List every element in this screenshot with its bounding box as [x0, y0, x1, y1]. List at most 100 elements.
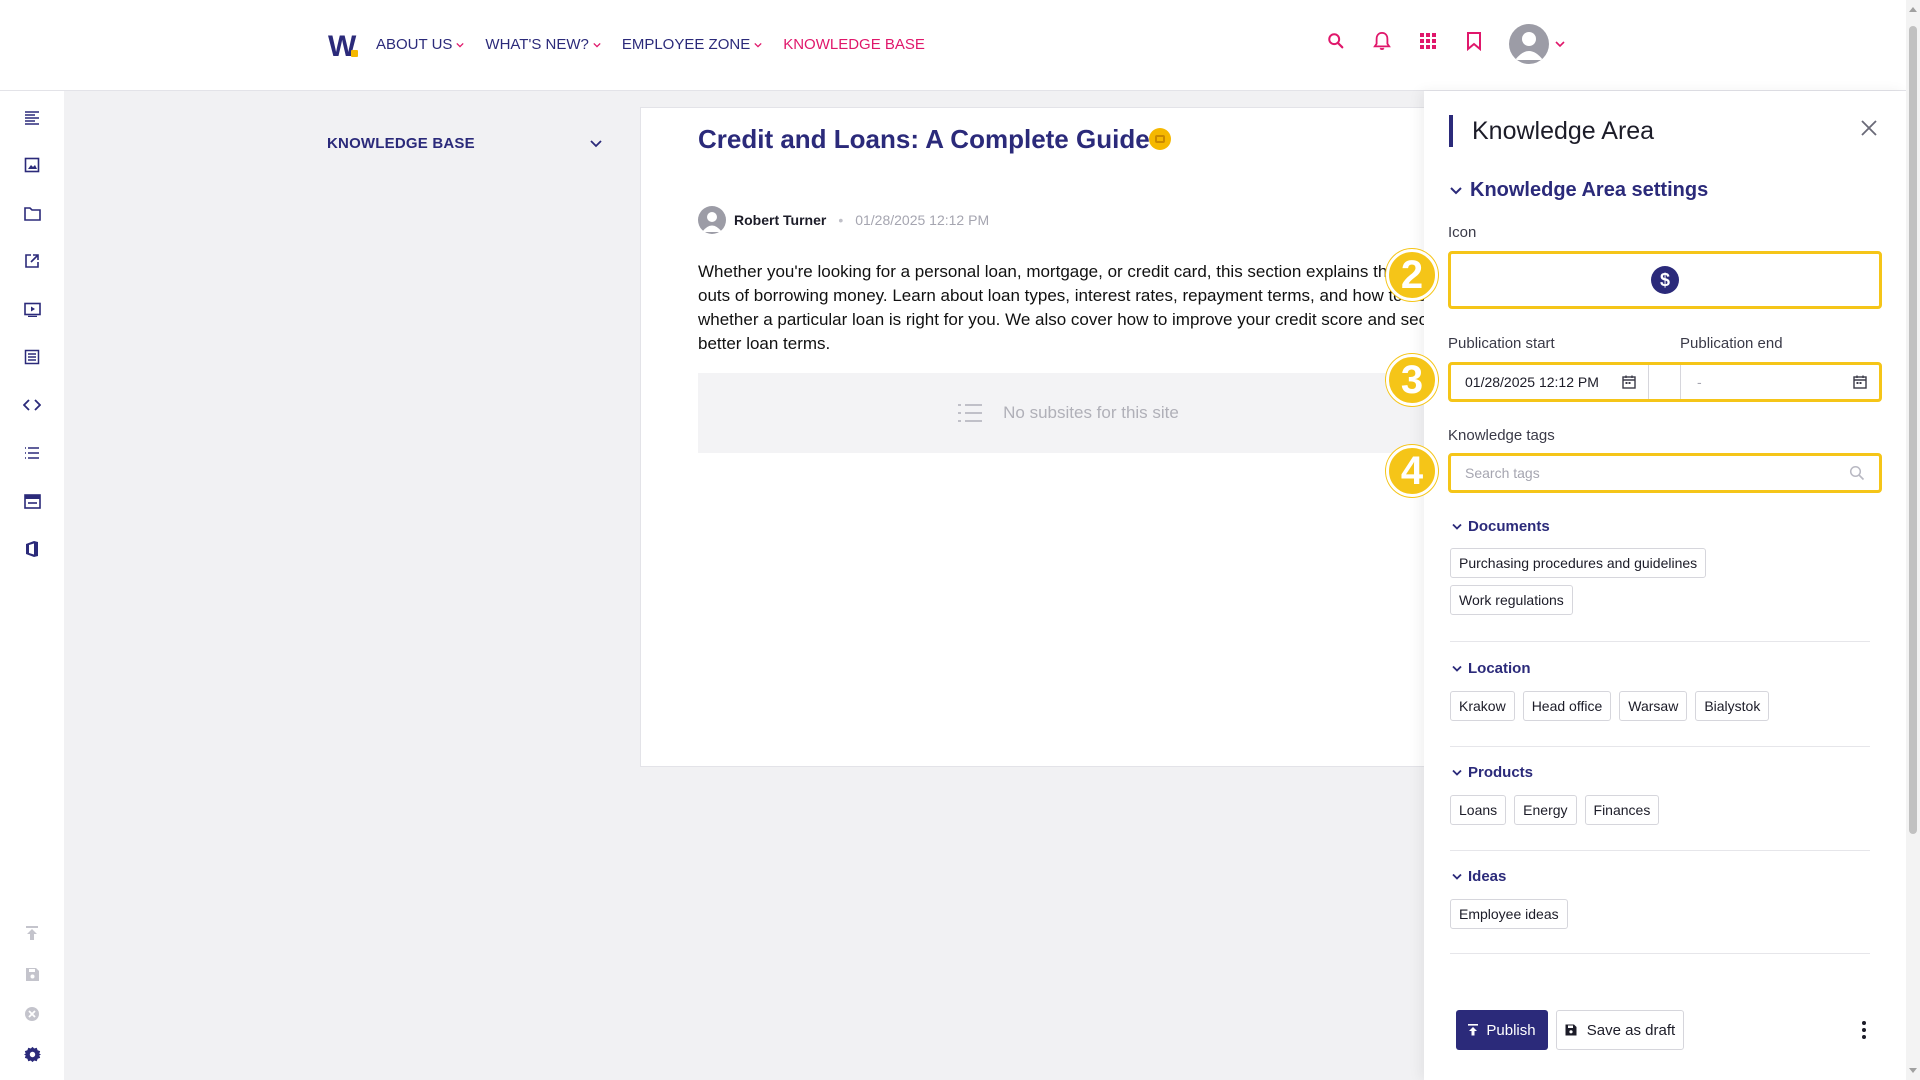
- folder-icon[interactable]: [21, 202, 43, 224]
- tag-chip[interactable]: Warsaw: [1619, 691, 1688, 721]
- group-divider: [1450, 641, 1870, 642]
- icon-picker[interactable]: $: [1448, 251, 1882, 309]
- knowledge-tags-label: Knowledge tags: [1448, 427, 1555, 444]
- list-icon[interactable]: [21, 442, 43, 464]
- tag-chip[interactable]: Krakow: [1450, 691, 1515, 721]
- tag-group-location[interactable]: Location: [1452, 660, 1531, 677]
- subsites-empty-text: No subsites for this site: [1003, 403, 1179, 422]
- tag-chip[interactable]: Finances: [1584, 795, 1660, 825]
- separator-dot: •: [838, 212, 844, 228]
- tag-chip[interactable]: Energy: [1514, 795, 1577, 825]
- calendar-icon[interactable]: [1622, 375, 1636, 389]
- chevron-down-icon: [1555, 41, 1565, 48]
- tag-group-name: Products: [1468, 764, 1534, 781]
- products-tags: Loans Energy Finances: [1450, 795, 1880, 825]
- layout-icon[interactable]: [21, 490, 43, 512]
- author-row: Robert Turner • 01/28/2025 12:12 PM: [698, 206, 989, 234]
- nav-item-label: ABOUT US: [376, 36, 453, 53]
- tag-chip[interactable]: Employee ideas: [1450, 899, 1568, 929]
- publication-date-range: 01/28/2025 12:12 PM -: [1448, 362, 1882, 402]
- upload-icon: [21, 922, 43, 944]
- step-badge-3: 3: [1386, 354, 1438, 406]
- step-badge-2: 2: [1386, 249, 1438, 301]
- calendar-icon[interactable]: [1853, 375, 1867, 389]
- page-scrollbar[interactable]: [1906, 0, 1920, 1080]
- nav-item-about-us[interactable]: ABOUT US: [376, 36, 465, 53]
- tag-search-input[interactable]: [1465, 465, 1825, 481]
- ideas-tags: Employee ideas: [1450, 899, 1880, 929]
- settings-icon[interactable]: [21, 1043, 43, 1065]
- settings-section-toggle[interactable]: Knowledge Area settings: [1450, 179, 1708, 202]
- code-icon[interactable]: [21, 394, 43, 416]
- article-description[interactable]: Whether you're looking for a personal lo…: [698, 260, 1429, 356]
- knowledge-area-panel: Knowledge Area Knowledge Area settings I…: [1386, 91, 1906, 1080]
- tag-group-products[interactable]: Products: [1452, 764, 1533, 781]
- scroll-down-icon[interactable]: [1909, 1066, 1917, 1074]
- icon-label: Icon: [1448, 224, 1477, 241]
- chevron-down-icon: [593, 42, 601, 48]
- nav-item-employee-zone[interactable]: EMPLOYEE ZONE: [622, 36, 762, 53]
- publication-end-input[interactable]: -: [1681, 365, 1879, 399]
- scrollbar-thumb[interactable]: [1909, 26, 1917, 834]
- editor-toolbar: [0, 91, 64, 1080]
- save-icon: [21, 963, 43, 985]
- upload-icon: [1468, 1024, 1479, 1036]
- kb-sidebar-title: KNOWLEDGE BASE: [327, 135, 475, 152]
- chevron-down-icon: [1452, 873, 1462, 880]
- location-tags: Krakow Head office Warsaw Bialystok: [1450, 691, 1880, 721]
- date-range-divider: [1649, 365, 1681, 399]
- tag-group-documents[interactable]: Documents: [1452, 518, 1550, 535]
- bookmark-icon[interactable]: [1463, 30, 1485, 52]
- subsites-empty-state: No subsites for this site: [698, 373, 1429, 453]
- chevron-down-icon: [590, 140, 602, 148]
- step-badge-4: 4: [1386, 445, 1438, 497]
- form-icon[interactable]: [21, 346, 43, 368]
- bell-icon[interactable]: [1371, 30, 1393, 52]
- documents-tags: Purchasing procedures and guidelines: [1450, 548, 1880, 578]
- more-options-icon[interactable]: [1854, 1019, 1874, 1041]
- chevron-down-icon: [456, 42, 465, 48]
- image-icon[interactable]: [21, 154, 43, 176]
- tag-chip[interactable]: Bialystok: [1695, 691, 1770, 721]
- office-icon[interactable]: [21, 538, 43, 560]
- publish-date: 01/28/2025 12:12 PM: [855, 212, 990, 228]
- publication-end-label: Publication end: [1680, 335, 1783, 352]
- article-card: Credit and Loans: A Complete Guide Rober…: [640, 107, 1430, 767]
- apps-grid-icon[interactable]: [1417, 30, 1439, 52]
- kb-sidebar-toggle[interactable]: [590, 136, 602, 154]
- save-draft-button[interactable]: Save as draft: [1556, 1010, 1684, 1050]
- article-title[interactable]: Credit and Loans: A Complete Guide: [698, 124, 1150, 155]
- publish-button[interactable]: Publish: [1456, 1010, 1548, 1050]
- search-icon[interactable]: [1325, 30, 1347, 52]
- documents-tags-row-2: Work regulations: [1450, 585, 1880, 615]
- top-navigation-bar: W ABOUT US WHAT'S NEW? EMPLOYEE ZONE KNO…: [0, 0, 1906, 91]
- group-divider: [1450, 953, 1870, 954]
- company-logo[interactable]: W: [328, 30, 356, 64]
- author-name[interactable]: Robert Turner: [734, 212, 826, 228]
- nav-item-knowledge-base[interactable]: KNOWLEDGE BASE: [783, 36, 925, 53]
- scroll-up-icon[interactable]: [1909, 6, 1917, 14]
- publication-start-input[interactable]: 01/28/2025 12:12 PM: [1451, 365, 1649, 399]
- external-link-icon[interactable]: [21, 250, 43, 272]
- bank-icon: [1155, 135, 1165, 143]
- user-menu[interactable]: [1509, 24, 1565, 64]
- chevron-down-icon: [1452, 523, 1462, 530]
- nav-item-label: KNOWLEDGE BASE: [783, 36, 925, 53]
- top-icons: [1325, 30, 1485, 52]
- nav-item-label: EMPLOYEE ZONE: [621, 36, 751, 53]
- avatar: [1509, 24, 1549, 64]
- search-icon[interactable]: [1849, 465, 1865, 481]
- nav-item-whats-new[interactable]: WHAT'S NEW?: [485, 36, 601, 53]
- tag-group-ideas[interactable]: Ideas: [1452, 868, 1506, 885]
- video-icon[interactable]: [21, 298, 43, 320]
- chevron-down-icon: [754, 42, 762, 48]
- text-align-icon[interactable]: [21, 106, 43, 128]
- chevron-down-icon: [1450, 186, 1462, 194]
- tag-chip[interactable]: Work regulations: [1450, 585, 1573, 615]
- tag-chip[interactable]: Loans: [1450, 795, 1507, 825]
- close-icon[interactable]: [1860, 119, 1880, 139]
- tag-chip[interactable]: Head office: [1522, 691, 1612, 721]
- tag-chip[interactable]: Purchasing procedures and guidelines: [1450, 548, 1707, 578]
- publication-end-value: -: [1697, 374, 1702, 390]
- dollar-icon: $: [1651, 266, 1679, 294]
